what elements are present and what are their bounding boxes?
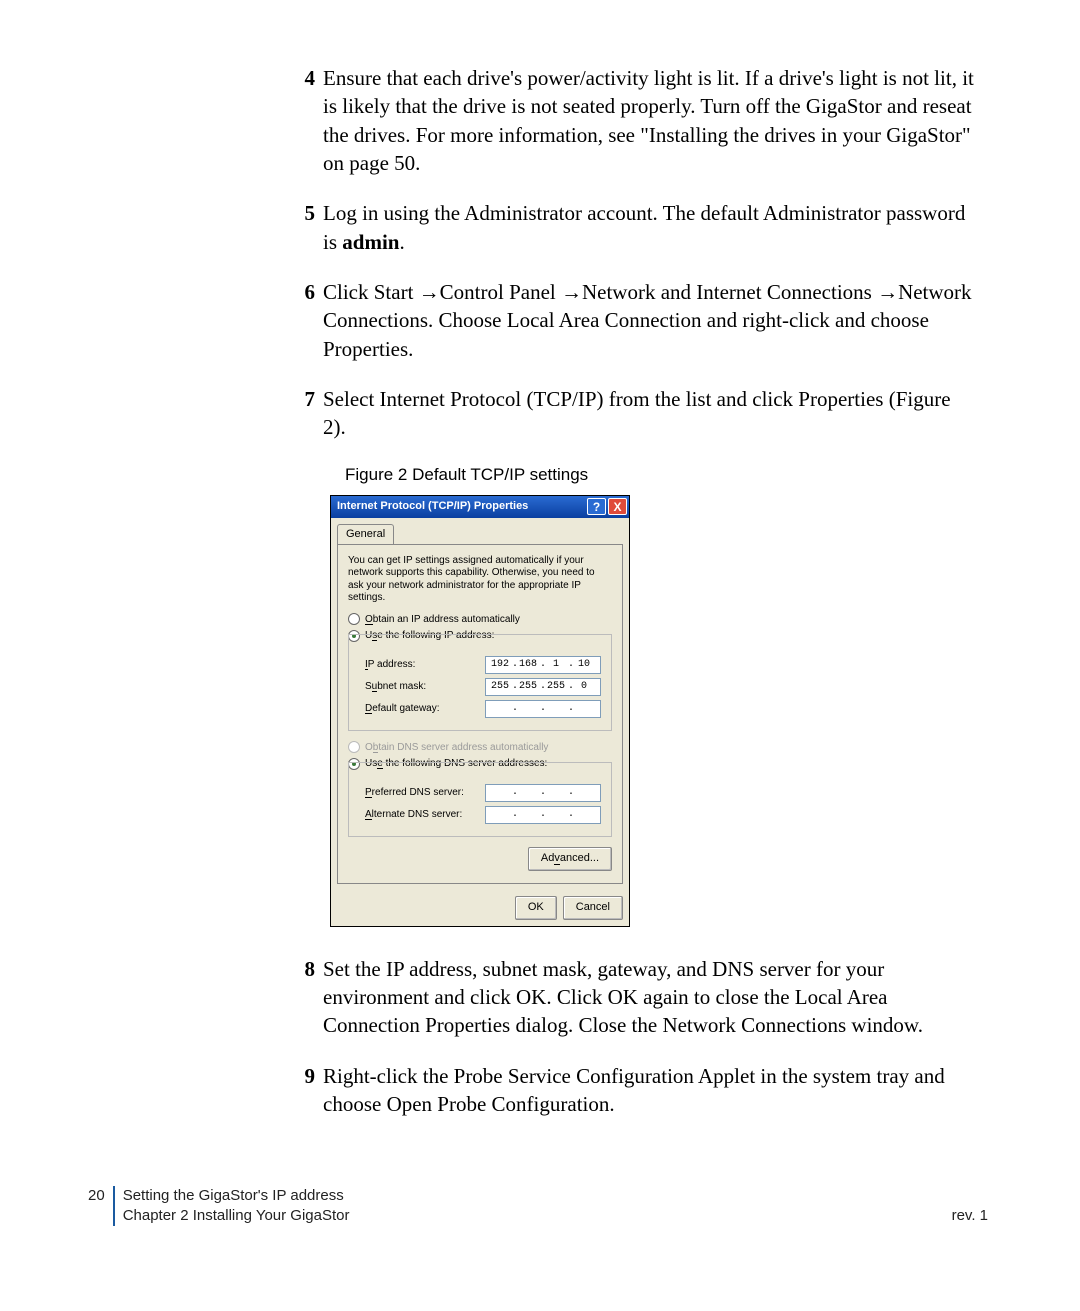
step-list-bottom: 8 Set the IP address, subnet mask, gatew… [275, 955, 975, 1119]
step-number: 5 [275, 199, 323, 256]
step-number: 8 [275, 955, 323, 1040]
page-footer: 20 Setting the GigaStor's IP address Cha… [88, 1186, 988, 1227]
alternate-dns-row: Alternate DNS server: . . . [365, 806, 603, 824]
figure-caption: Figure 2 Default TCP/IP settings [345, 464, 990, 487]
dialog-titlebar: Internet Protocol (TCP/IP) Properties ? … [331, 496, 629, 518]
step-text-pre: Log in using the Administrator account. … [323, 201, 965, 253]
footer-lines: Setting the GigaStor's IP address Chapte… [123, 1186, 350, 1227]
radio-obtain-ip-auto[interactable]: Obtain an IP address automatically [348, 613, 612, 627]
tab-panel-general: You can get IP settings assigned automat… [337, 544, 623, 884]
tab-strip: General [331, 522, 629, 544]
tcpip-properties-dialog: Internet Protocol (TCP/IP) Properties ? … [330, 495, 630, 927]
radio-obtain-dns-auto: Obtain DNS server address automatically [348, 741, 612, 755]
advanced-button[interactable]: Advanced... [528, 847, 612, 871]
default-gateway-row: Default gateway: . . . [365, 700, 603, 718]
footer-left: 20 Setting the GigaStor's IP address Cha… [88, 1186, 350, 1227]
cancel-button[interactable]: Cancel [563, 896, 623, 920]
radio-icon [348, 613, 360, 625]
step-number: 6 [275, 278, 323, 363]
default-gateway-input[interactable]: . . . [485, 700, 601, 718]
step-5: 5 Log in using the Administrator account… [275, 199, 975, 256]
subnet-mask-row: Subnet mask: 255. 255. 255. 0 [365, 678, 603, 696]
radio-label: Obtain DNS server address automatically [365, 741, 548, 755]
alternate-dns-input[interactable]: . . . [485, 806, 601, 824]
dialog-description: You can get IP settings assigned automat… [348, 555, 612, 605]
footer-divider [113, 1186, 115, 1227]
step-text: Right-click the Probe Service Configurat… [323, 1062, 975, 1119]
step-number: 9 [275, 1062, 323, 1119]
help-icon[interactable]: ? [587, 498, 606, 515]
close-icon[interactable]: X [608, 498, 627, 515]
footer-section: Setting the GigaStor's IP address [123, 1187, 344, 1204]
step-text: Select Internet Protocol (TCP/IP) from t… [323, 385, 975, 442]
preferred-dns-row: Preferred DNS server: . . . [365, 784, 603, 802]
step-number: 4 [275, 64, 323, 177]
preferred-dns-label: Preferred DNS server: [365, 786, 485, 800]
dns-fieldset: Preferred DNS server: . . . Alternate DN… [348, 772, 612, 837]
step-text: Click Start →Control Panel →Network and … [323, 278, 975, 363]
ip-fieldset: IP address: 192. 168. 1. 10 Subnet mask:… [348, 644, 612, 731]
step-text-post: . [399, 230, 404, 254]
step-4: 4 Ensure that each drive's power/activit… [275, 64, 975, 177]
step-list-top: 4 Ensure that each drive's power/activit… [275, 64, 975, 442]
dialog-title: Internet Protocol (TCP/IP) Properties [337, 499, 528, 514]
ip-address-input[interactable]: 192. 168. 1. 10 [485, 656, 601, 674]
step-text: Log in using the Administrator account. … [323, 199, 975, 256]
dialog-footer: OK Cancel [331, 890, 629, 926]
step-text-bold: admin [342, 230, 399, 254]
step-7: 7 Select Internet Protocol (TCP/IP) from… [275, 385, 975, 442]
step-number: 7 [275, 385, 323, 442]
ip-address-row: IP address: 192. 168. 1. 10 [365, 656, 603, 674]
alternate-dns-label: Alternate DNS server: [365, 808, 485, 822]
ip-address-label: IP address: [365, 658, 485, 672]
page-content: 4 Ensure that each drive's power/activit… [95, 64, 990, 1140]
radio-icon [348, 741, 360, 753]
subnet-mask-input[interactable]: 255. 255. 255. 0 [485, 678, 601, 696]
default-gateway-label: Default gateway: [365, 702, 485, 716]
page-number: 20 [88, 1186, 113, 1227]
titlebar-buttons: ? X [587, 498, 627, 515]
step-6: 6 Click Start →Control Panel →Network an… [275, 278, 975, 363]
radio-label: Obtain an IP address automatically [365, 613, 520, 627]
preferred-dns-input[interactable]: . . . [485, 784, 601, 802]
ok-button[interactable]: OK [515, 896, 557, 920]
tab-general[interactable]: General [337, 524, 394, 544]
advanced-row: Advanced... [348, 847, 612, 871]
step-text: Set the IP address, subnet mask, gateway… [323, 955, 975, 1040]
step-text: Ensure that each drive's power/activity … [323, 64, 975, 177]
subnet-mask-label: Subnet mask: [365, 680, 485, 694]
footer-chapter: Chapter 2 Installing Your GigaStor [123, 1207, 350, 1224]
footer-rev: rev. 1 [952, 1206, 988, 1226]
step-8: 8 Set the IP address, subnet mask, gatew… [275, 955, 975, 1040]
step-9: 9 Right-click the Probe Service Configur… [275, 1062, 975, 1119]
